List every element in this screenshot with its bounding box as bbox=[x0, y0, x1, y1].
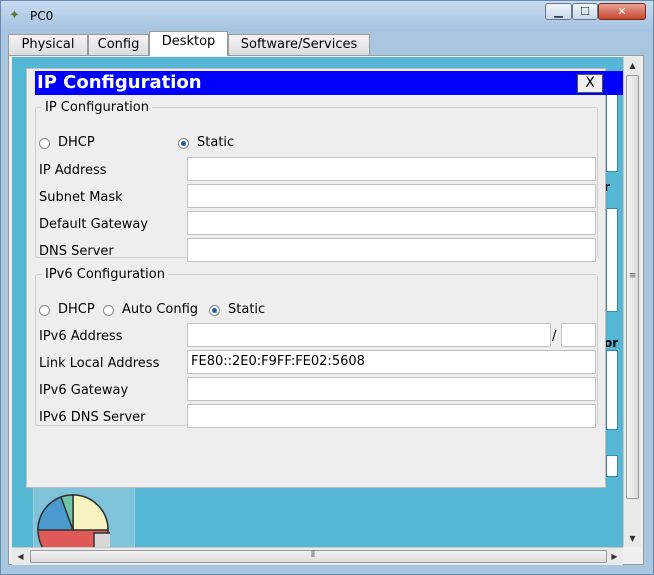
subnet-mask-input[interactable] bbox=[187, 184, 596, 208]
ipv4-configuration-group: IP Configuration DHCP Static IP Address … bbox=[35, 100, 598, 262]
ip-address-input[interactable] bbox=[187, 157, 596, 181]
grip-icon: ≡ bbox=[628, 271, 637, 281]
ipv6-dns-server-input[interactable] bbox=[187, 404, 596, 428]
horizontal-scroll-thumb[interactable]: ⦀ bbox=[30, 550, 607, 563]
vertical-scroll-thumb[interactable]: ≡ bbox=[626, 75, 639, 499]
ip-configuration-dialog: IP Configuration X IP Configuration DHCP… bbox=[26, 68, 623, 488]
ipv6-auto-config-label: Auto Config bbox=[122, 302, 199, 317]
tab-software-services[interactable]: Software/Services bbox=[228, 34, 370, 55]
ipv6-dhcp-radio[interactable] bbox=[39, 305, 50, 316]
scroll-right-icon[interactable]: ▶ bbox=[606, 548, 623, 565]
ipv6-gateway-input[interactable] bbox=[187, 377, 596, 401]
ipv4-static-radio[interactable] bbox=[178, 138, 189, 149]
scroll-up-icon[interactable]: ▲ bbox=[624, 57, 641, 74]
window-title: PC0 bbox=[30, 9, 54, 23]
horizontal-scrollbar[interactable]: ◀ ⦀ ▶ bbox=[12, 547, 623, 565]
ipv6-configuration-group: IPv6 Configuration DHCP Auto Config Stat… bbox=[35, 267, 598, 428]
tab-physical[interactable]: Physical bbox=[8, 34, 88, 55]
link-local-address-input[interactable]: FE80::2E0:F9FF:FE02:5608 bbox=[187, 350, 596, 374]
default-gateway-label: Default Gateway bbox=[39, 217, 149, 232]
ipv4-static-label: Static bbox=[197, 135, 235, 150]
desktop-app-tile[interactable] bbox=[33, 487, 135, 549]
tab-desktop[interactable]: Desktop bbox=[149, 31, 228, 56]
subnet-mask-label: Subnet Mask bbox=[39, 190, 123, 205]
dialog-titlebar: IP Configuration X bbox=[35, 71, 623, 95]
ipv6-prefix-length-input[interactable] bbox=[561, 323, 596, 347]
close-window-button[interactable]: ✕ bbox=[598, 3, 646, 20]
dialog-title: IP Configuration bbox=[37, 72, 202, 93]
ip-address-label: IP Address bbox=[39, 163, 107, 178]
ipv6-dhcp-label: DHCP bbox=[58, 302, 95, 317]
scroll-down-icon[interactable]: ▼ bbox=[624, 530, 641, 547]
grip-icon: ⦀ bbox=[311, 550, 315, 560]
ipv4-dhcp-label: DHCP bbox=[58, 135, 95, 150]
prefix-separator: / bbox=[552, 329, 557, 344]
packet-tracer-app-icon: ✦ bbox=[9, 8, 20, 23]
maximize-button[interactable]: ☐ bbox=[572, 3, 598, 20]
tab-config[interactable]: Config bbox=[88, 34, 149, 55]
ipv6-static-radio[interactable] bbox=[209, 305, 220, 316]
ipv6-address-label: IPv6 Address bbox=[39, 329, 123, 344]
desktop-app-label-partial: or bbox=[604, 336, 619, 350]
link-local-address-label: Link Local Address bbox=[39, 356, 160, 371]
dns-server-input[interactable] bbox=[187, 238, 596, 262]
ipv6-address-input[interactable] bbox=[187, 323, 551, 347]
vertical-scrollbar[interactable]: ▲ ≡ ▼ bbox=[623, 57, 641, 547]
dialog-close-button[interactable]: X bbox=[577, 74, 603, 93]
window-titlebar[interactable]: ✦ PC0 ▁ ☐ ✕ bbox=[1, 1, 653, 31]
ipv4-dhcp-radio[interactable] bbox=[39, 138, 50, 149]
ipv6-auto-config-radio[interactable] bbox=[103, 305, 114, 316]
ipv6-gateway-label: IPv6 Gateway bbox=[39, 383, 129, 398]
tab-strip: Physical Config Desktop Software/Service… bbox=[6, 31, 646, 56]
ipv6-group-legend: IPv6 Configuration bbox=[45, 267, 165, 282]
dns-server-label: DNS Server bbox=[39, 244, 114, 259]
default-gateway-input[interactable] bbox=[187, 211, 596, 235]
ipv6-static-label: Static bbox=[228, 302, 266, 317]
pie-chart-app-icon bbox=[37, 494, 110, 548]
desktop-app-tile-partial[interactable] bbox=[606, 208, 618, 312]
desktop-app-tile-partial[interactable] bbox=[606, 455, 618, 477]
ipv4-group-legend: IP Configuration bbox=[45, 100, 149, 115]
ipv6-dns-server-label: IPv6 DNS Server bbox=[39, 410, 146, 425]
minimize-button[interactable]: ▁ bbox=[545, 3, 572, 20]
desktop-app-tile-partial[interactable] bbox=[606, 350, 618, 430]
scroll-left-icon[interactable]: ◀ bbox=[12, 548, 29, 565]
